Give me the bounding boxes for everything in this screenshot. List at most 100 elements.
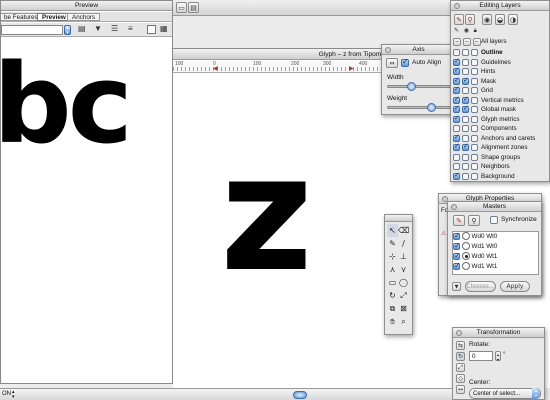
- weight-slider-knob[interactable]: [426, 103, 436, 112]
- left-metric-marker-icon[interactable]: ◀: [213, 65, 218, 72]
- layer-checkbox[interactable]: [462, 87, 469, 94]
- stepper-icon[interactable]: ▴ ▾: [64, 25, 71, 36]
- layer-checkbox[interactable]: [471, 163, 478, 170]
- scale-tool-icon[interactable]: ⤢: [398, 289, 409, 302]
- layers-fill-button[interactable]: ◑: [508, 14, 518, 25]
- layer-checkbox[interactable]: [453, 49, 460, 56]
- auto-align-checkbox[interactable]: [401, 57, 409, 67]
- split-tool-icon[interactable]: ⋎: [398, 263, 409, 276]
- tab-preview[interactable]: Preview: [37, 13, 71, 21]
- swatch-icon[interactable]: [147, 25, 156, 34]
- layer-checkbox[interactable]: [453, 57, 460, 66]
- transform-tool-icon[interactable]: ⧉: [387, 302, 398, 315]
- hand-tool-icon[interactable]: ✋︎: [387, 315, 398, 328]
- layer-checkbox[interactable]: [462, 153, 469, 161]
- layer-checkbox[interactable]: [471, 68, 478, 75]
- rotate-tool-icon[interactable]: ↻: [387, 289, 398, 302]
- weight-slider[interactable]: [387, 103, 451, 112]
- master-row-1[interactable]: Wd1 Wt0: [453, 241, 538, 252]
- ellipse-tool-icon[interactable]: ◯: [398, 276, 409, 289]
- transform-mode-button-1[interactable]: ⇆: [456, 341, 465, 350]
- tab-features[interactable]: be Features: [1, 13, 42, 21]
- layer-checkbox[interactable]: [462, 134, 469, 142]
- layer-checkbox[interactable]: [462, 58, 469, 66]
- layer-checkbox[interactable]: [462, 95, 469, 104]
- apply-button[interactable]: Apply: [500, 281, 530, 292]
- funnel-icon[interactable]: ▼: [94, 24, 102, 33]
- master-radio[interactable]: [461, 232, 470, 241]
- synchronize-checkbox[interactable]: [490, 216, 498, 224]
- transformation-titlebar[interactable]: Transformation: [453, 328, 544, 338]
- align-icon[interactable]: ≡: [128, 24, 133, 33]
- toolbar-button-1[interactable]: ▭: [176, 2, 187, 13]
- layers-link-button[interactable]: ⚲: [465, 14, 475, 25]
- master-checkbox[interactable]: [453, 241, 461, 251]
- bottom-scrollbar[interactable]: ON ▴ ▾: [0, 388, 452, 400]
- add-node-tool-icon[interactable]: ⊹: [387, 250, 398, 263]
- layer-checkbox[interactable]: [453, 114, 460, 123]
- width-slider-knob[interactable]: [407, 82, 417, 91]
- close-icon[interactable]: [456, 330, 462, 336]
- knife-tool-icon[interactable]: ⋏: [387, 263, 398, 276]
- layer-checkbox[interactable]: [453, 171, 460, 180]
- master-checkbox[interactable]: [453, 261, 461, 271]
- eraser-tool-icon[interactable]: ⌫: [398, 224, 409, 237]
- layer-checkbox[interactable]: [471, 106, 478, 113]
- layer-checkbox[interactable]: [471, 134, 478, 142]
- measure-tool-icon[interactable]: ⊠: [398, 302, 409, 315]
- layer-checkbox[interactable]: [471, 144, 478, 151]
- master-radio[interactable]: [461, 252, 470, 261]
- layers-preview-button[interactable]: ◒: [495, 14, 505, 25]
- master-row-2[interactable]: Wd0 Wt1: [453, 251, 538, 262]
- layer-checkbox[interactable]: [462, 172, 469, 180]
- tangent-tool-icon[interactable]: ⊥: [398, 250, 409, 263]
- layer-checkbox[interactable]: [453, 95, 460, 104]
- master-checkbox[interactable]: [453, 231, 461, 241]
- width-slider[interactable]: [387, 82, 451, 91]
- tools-titlebar[interactable]: [385, 215, 412, 222]
- list-icon[interactable]: ☰: [111, 24, 118, 33]
- layer-checkbox[interactable]: [471, 153, 478, 161]
- layer-checkbox[interactable]: [453, 104, 460, 113]
- layer-checkbox[interactable]: [462, 142, 469, 151]
- all-layers-button-2[interactable]: −: [462, 38, 471, 46]
- zoom-tool-icon[interactable]: ⌕: [398, 315, 409, 328]
- close-icon[interactable]: [451, 204, 457, 210]
- master-radio[interactable]: [461, 262, 470, 271]
- rectangle-tool-icon[interactable]: ▭: [387, 276, 398, 289]
- layers-eye-button[interactable]: ◉: [482, 14, 492, 25]
- layer-checkbox[interactable]: [471, 125, 478, 132]
- axis-tool-button[interactable]: ⇔: [386, 58, 398, 68]
- master-row-0[interactable]: Wd0 Wt0: [453, 231, 538, 242]
- classes-button[interactable]: Classes...: [465, 281, 496, 292]
- layer-checkbox[interactable]: [471, 172, 478, 180]
- pointer-tool-icon[interactable]: ↖: [387, 224, 398, 237]
- rotate-input[interactable]: 0: [469, 351, 493, 361]
- masters-edit-button[interactable]: ✎: [453, 215, 465, 226]
- layer-checkbox[interactable]: [462, 76, 469, 85]
- masters-menu-button[interactable]: ▼: [452, 282, 461, 291]
- close-icon[interactable]: [385, 47, 391, 53]
- layer-checkbox[interactable]: [462, 115, 469, 123]
- layer-checkbox[interactable]: [453, 153, 460, 161]
- layer-checkbox[interactable]: [453, 66, 460, 75]
- glyph-outline[interactable]: z: [220, 134, 313, 294]
- layer-checkbox[interactable]: [471, 77, 478, 85]
- preview-text-field[interactable]: [1, 25, 63, 35]
- layer-checkbox[interactable]: [462, 125, 469, 132]
- all-layers-button-3[interactable]: −: [472, 38, 481, 46]
- scroll-thumb[interactable]: [293, 391, 307, 399]
- transform-mode-button-3[interactable]: ⤢: [456, 363, 465, 372]
- layer-checkbox[interactable]: [462, 49, 469, 56]
- layers-pen-button[interactable]: ✎: [454, 14, 464, 25]
- layer-checkbox[interactable]: [462, 104, 469, 113]
- close-icon[interactable]: [454, 3, 460, 9]
- layer-checkbox[interactable]: [453, 125, 460, 132]
- layer-checkbox[interactable]: [471, 115, 478, 123]
- layer-checkbox[interactable]: [471, 49, 478, 56]
- all-layers-button-1[interactable]: −: [453, 38, 461, 46]
- zoom-label[interactable]: ON: [2, 391, 11, 397]
- pencil-tool-icon[interactable]: ✎: [387, 237, 398, 250]
- transform-mode-button-4[interactable]: ◇: [456, 374, 465, 383]
- grid-icon[interactable]: ▦: [160, 24, 168, 33]
